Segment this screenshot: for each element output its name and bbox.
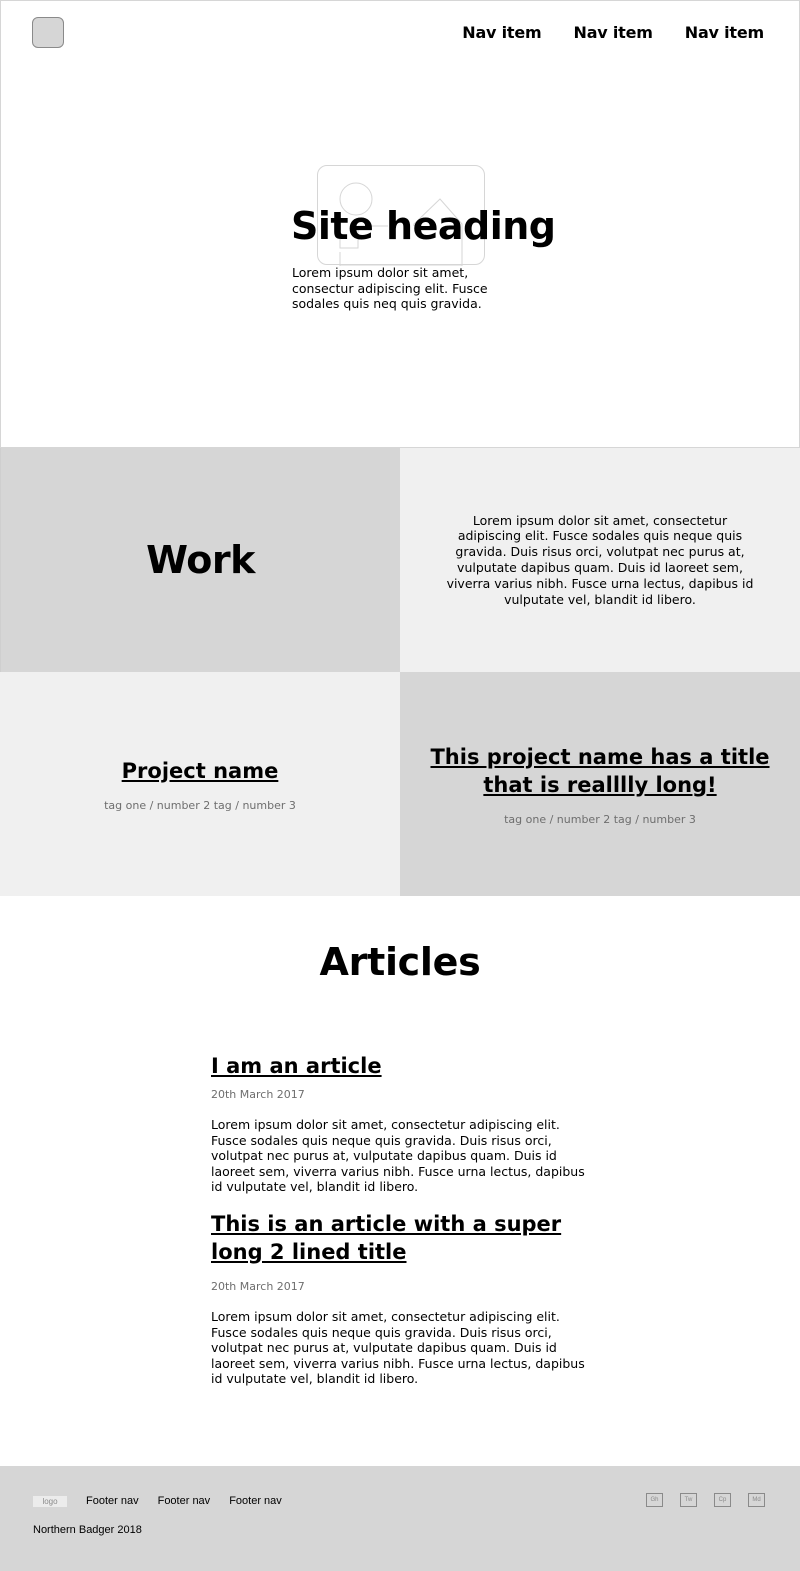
github-icon[interactable]: Gh	[646, 1493, 663, 1507]
site-heading: Site heading	[291, 204, 556, 248]
nav-item[interactable]: Nav item	[462, 23, 541, 42]
article-date: 20th March 2017	[211, 1088, 305, 1101]
social-links: Gh Tw Cp Md	[646, 1493, 765, 1507]
project-title-link[interactable]: Project name	[122, 757, 279, 785]
medium-icon[interactable]: Md	[748, 1493, 765, 1507]
footer-nav: Footer nav Footer nav Footer nav	[86, 1495, 282, 1507]
project-title-link[interactable]: This project name has a title that is re…	[430, 743, 770, 799]
article-item: This is an article with a super long 2 l…	[211, 1210, 591, 1387]
footer-nav-item[interactable]: Footer nav	[158, 1495, 211, 1507]
work-title-panel: Work	[0, 448, 400, 672]
article-title-link[interactable]: I am an article	[211, 1054, 382, 1078]
footer-logo[interactable]: logo	[33, 1496, 67, 1507]
codepen-icon[interactable]: Cp	[714, 1493, 731, 1507]
project-card[interactable]: Project name tag one / number 2 tag / nu…	[0, 672, 400, 896]
work-title: Work	[146, 538, 255, 582]
article-body: Lorem ipsum dolor sit amet, consectetur …	[211, 1117, 585, 1194]
footer-copyright: Northern Badger 2018	[33, 1524, 142, 1536]
nav-item[interactable]: Nav item	[574, 23, 653, 42]
articles-title: Articles	[319, 940, 481, 984]
site-logo[interactable]	[32, 17, 64, 48]
work-section: Work Lorem ipsum dolor sit amet, consect…	[0, 448, 800, 896]
site-footer: logo Footer nav Footer nav Footer nav No…	[0, 1466, 800, 1571]
work-description-panel: Lorem ipsum dolor sit amet, consectetur …	[400, 448, 800, 672]
project-card[interactable]: This project name has a title that is re…	[400, 672, 800, 896]
work-description: Lorem ipsum dolor sit amet, consectetur …	[446, 512, 754, 607]
footer-nav-item[interactable]: Footer nav	[229, 1495, 282, 1507]
twitter-icon[interactable]: Tw	[680, 1493, 697, 1507]
article-title-link[interactable]: This is an article with a super long 2 l…	[211, 1210, 591, 1266]
article-body: Lorem ipsum dolor sit amet, consectetur …	[211, 1309, 585, 1386]
nav-item[interactable]: Nav item	[685, 23, 764, 42]
project-tags: tag one / number 2 tag / number 3	[504, 812, 696, 826]
article-item: I am an article 20th March 2017 Lorem ip…	[211, 1052, 591, 1195]
main-nav: Nav item Nav item Nav item	[462, 23, 764, 42]
site-header: Nav item Nav item Nav item Site heading …	[0, 0, 800, 448]
article-date: 20th March 2017	[211, 1280, 305, 1293]
hero-text: Lorem ipsum dolor sit amet, consectur ad…	[292, 265, 488, 311]
project-tags: tag one / number 2 tag / number 3	[104, 798, 296, 812]
footer-nav-item[interactable]: Footer nav	[86, 1495, 139, 1507]
